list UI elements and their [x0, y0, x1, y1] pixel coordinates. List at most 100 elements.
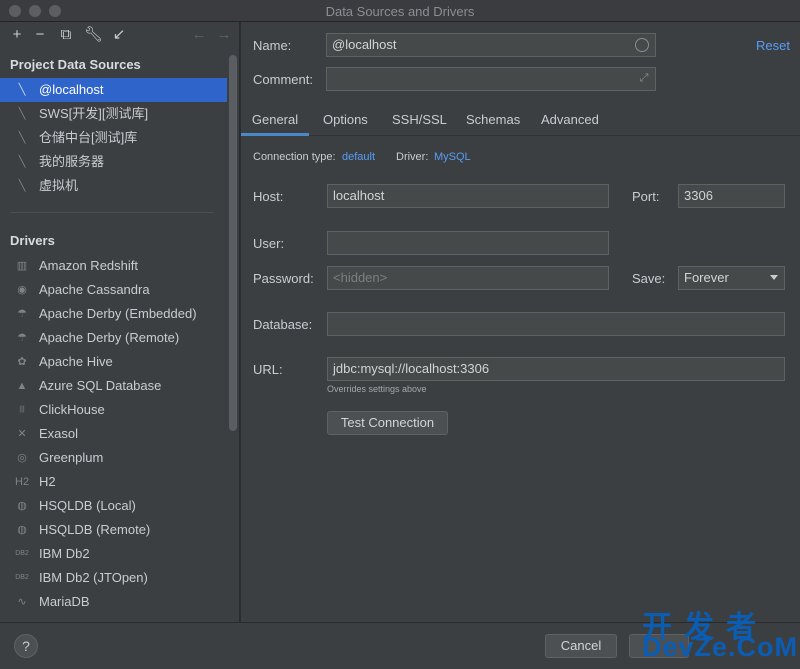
test-connection-button[interactable]: Test Connection	[327, 411, 448, 435]
password-input[interactable]: <hidden>	[327, 266, 609, 290]
color-circle-icon[interactable]	[635, 38, 649, 52]
driver-item[interactable]: ✿ Apache Hive	[0, 350, 227, 374]
driver-label: HSQLDB (Local)	[39, 498, 136, 513]
port-input[interactable]: 3306	[678, 184, 785, 208]
driver-item[interactable]: ||| ClickHouse	[0, 398, 227, 422]
driver-icon: H2	[15, 476, 30, 488]
project-source-label: 仓储中台[测试]库	[39, 130, 138, 145]
back-icon[interactable]: ←	[190, 26, 208, 44]
wrench-icon[interactable]: 🔧︎	[84, 26, 103, 44]
driver-item[interactable]: ◍ HSQLDB (Remote)	[0, 518, 227, 542]
tab-schemas[interactable]: Schemas	[466, 106, 520, 136]
url-input[interactable]: jdbc:mysql://localhost:3306	[327, 357, 785, 381]
left-panel: + − ⧉ 🔧︎ ↙ ← → Project Data Sources ╲ @lo…	[0, 22, 240, 622]
connection-type-label: Connection type:	[253, 151, 336, 163]
cancel-button[interactable]: Cancel	[545, 634, 617, 658]
driver-icon: ◎	[17, 452, 27, 464]
comment-label: Comment:	[253, 72, 313, 87]
url-hint: Overrides settings above	[327, 384, 427, 394]
project-source-item[interactable]: ╲ 我的服务器	[0, 150, 227, 174]
password-label: Password:	[253, 271, 314, 286]
driver-label: Apache Cassandra	[39, 282, 150, 297]
driver-label: Azure SQL Database	[39, 378, 162, 393]
project-source-item[interactable]: ╲ SWS[开发][测试库]	[0, 102, 227, 126]
driver-item[interactable]: ☂ Apache Derby (Embedded)	[0, 302, 227, 326]
driver-label: MariaDB	[39, 594, 90, 609]
make-global-icon[interactable]: ↙	[110, 26, 128, 44]
driver-item[interactable]: ✕ Exasol	[0, 422, 227, 446]
tab-ssh-ssl[interactable]: SSH/SSL	[392, 106, 447, 136]
database-label: Database:	[253, 317, 313, 332]
driver-label: Apache Derby (Remote)	[39, 330, 180, 345]
driver-item[interactable]: ∿ MariaDB	[0, 590, 227, 614]
tab-bar: General Options SSH/SSL Schemas Advanced	[241, 106, 800, 136]
watermark-logo: 开发者 DevZe.CoM	[642, 602, 800, 669]
duplicate-icon[interactable]: ⧉	[57, 26, 75, 44]
driver-icon: DB2	[15, 550, 29, 557]
name-value: @localhost	[332, 37, 397, 52]
driver-icon: ✕	[17, 428, 27, 440]
driver-icon: ◉	[17, 284, 27, 296]
tab-advanced[interactable]: Advanced	[541, 106, 599, 136]
comment-field[interactable]: ⤢	[326, 67, 656, 91]
user-label: User:	[253, 236, 285, 251]
project-source-item[interactable]: ╲ 虚拟机	[0, 174, 227, 198]
driver-label: Amazon Redshift	[39, 258, 138, 273]
remove-icon[interactable]: −	[31, 26, 49, 44]
driver-icon: ☂	[17, 332, 27, 344]
expand-icon[interactable]: ⤢	[637, 71, 651, 85]
save-select-value: Forever	[684, 270, 729, 285]
url-label: URL:	[253, 362, 283, 377]
driver-label: Exasol	[39, 426, 79, 441]
user-input[interactable]	[327, 231, 609, 255]
left-scrollbar[interactable]	[229, 55, 237, 431]
name-label: Name:	[253, 38, 292, 53]
driver-label: Apache Derby (Embedded)	[39, 306, 197, 321]
project-source-item[interactable]: ╲ @localhost	[0, 78, 227, 102]
driver-item[interactable]: ◉ Apache Cassandra	[0, 278, 227, 302]
left-toolbar: + − ⧉ 🔧︎ ↙ ← →	[0, 22, 239, 50]
driver-item[interactable]: ◍ HSQLDB (Local)	[0, 494, 227, 518]
host-label: Host:	[253, 189, 284, 204]
driver-icon: ∿	[17, 596, 27, 608]
driver-item[interactable]: ▲ Azure SQL Database	[0, 374, 227, 398]
driver-item[interactable]: DB2 IBM Db2	[0, 542, 227, 566]
right-panel: Name: @localhost Reset Comment: ⤢ Genera…	[241, 22, 800, 622]
help-button[interactable]: ?	[14, 634, 38, 658]
reset-link[interactable]: Reset	[756, 38, 790, 53]
driver-link[interactable]: MySQL	[434, 151, 471, 163]
chevron-down-icon	[770, 275, 778, 280]
add-icon[interactable]: +	[8, 26, 26, 44]
datasource-icon: ╲	[18, 156, 26, 168]
connection-type-link[interactable]: default	[342, 151, 375, 163]
driver-icon: ✿	[17, 356, 27, 368]
save-select[interactable]: Forever	[678, 266, 785, 290]
datasource-icon: ╲	[18, 132, 26, 144]
driver-icon: DB2	[15, 574, 29, 581]
driver-item[interactable]: ☂ Apache Derby (Remote)	[0, 326, 227, 350]
driver-item[interactable]: ▥ Amazon Redshift	[0, 254, 227, 278]
driver-item[interactable]: H2 H2	[0, 470, 227, 494]
tab-options[interactable]: Options	[323, 106, 368, 136]
save-label: Save:	[632, 271, 666, 286]
driver-label: Apache Hive	[39, 354, 113, 369]
host-input[interactable]: localhost	[327, 184, 609, 208]
watermark-en: DevZe.CoM	[642, 632, 799, 662]
driver-icon: ◍	[17, 524, 27, 536]
name-field[interactable]: @localhost	[326, 33, 656, 57]
driver-icon: |||	[19, 406, 25, 413]
driver-label: ClickHouse	[39, 402, 105, 417]
driver-item[interactable]: DB2 IBM Db2 (JTOpen)	[0, 566, 227, 590]
forward-icon[interactable]: →	[215, 26, 233, 44]
driver-icon: ▲	[16, 380, 28, 392]
port-label: Port:	[632, 189, 660, 204]
driver-label: IBM Db2	[39, 546, 90, 561]
datasource-icon: ╲	[18, 180, 26, 192]
section-divider	[10, 212, 214, 213]
driver-label: HSQLDB (Remote)	[39, 522, 151, 537]
tab-general[interactable]: General	[241, 106, 309, 136]
project-source-item[interactable]: ╲ 仓储中台[测试]库	[0, 126, 227, 150]
database-input[interactable]	[327, 312, 785, 336]
driver-item[interactable]: ◎ Greenplum	[0, 446, 227, 470]
driver-icon: ☂	[17, 308, 27, 320]
